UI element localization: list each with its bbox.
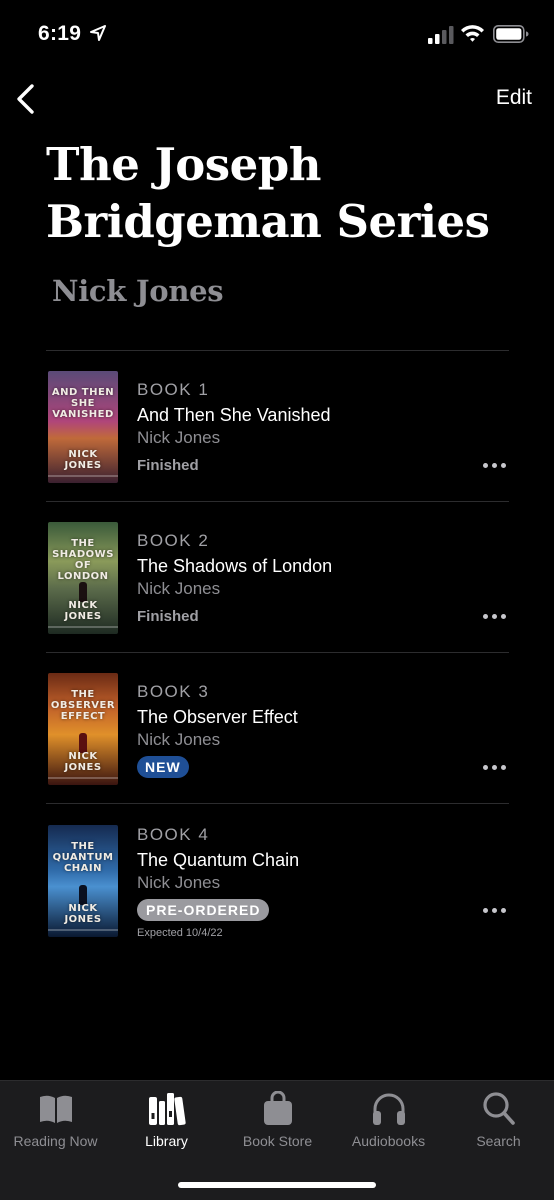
book-cover-2[interactable]: THE SHADOWS OF LONDON NICK JONES <box>48 522 118 634</box>
book-number: BOOK 2 <box>137 531 210 550</box>
cover-author-text: NICK JONES <box>64 903 102 925</box>
edit-button[interactable]: Edit <box>496 86 532 110</box>
cover-title-text: THE SHADOWS OF LONDON <box>52 538 114 582</box>
book-title: The Shadows of London <box>137 556 333 576</box>
book-row-1[interactable]: AND THEN SHE VANISHED NICK JONES BOOK 1 … <box>46 351 509 501</box>
more-options-icon[interactable] <box>483 762 509 772</box>
cover-title-text: THE QUANTUM CHAIN <box>52 841 114 874</box>
tab-label: Audiobooks <box>351 1133 426 1149</box>
cover-figure <box>79 885 87 905</box>
tab-audiobooks[interactable]: Audiobooks <box>333 1091 444 1155</box>
cover-footer-line <box>48 475 118 477</box>
tab-label: Reading Now <box>13 1133 98 1149</box>
cover-figure <box>79 582 87 602</box>
location-arrow-icon <box>90 25 106 41</box>
book-status: Finished <box>137 608 199 625</box>
tab-search[interactable]: Search <box>443 1091 554 1155</box>
tab-reading-now[interactable]: Reading Now <box>0 1091 111 1155</box>
tab-label: Book Store <box>242 1133 313 1149</box>
book-number: BOOK 3 <box>137 682 210 701</box>
wifi-icon <box>461 25 484 42</box>
book-author: Nick Jones <box>137 579 221 598</box>
book-title: The Quantum Chain <box>137 850 300 870</box>
book-row-2[interactable]: THE SHADOWS OF LONDON NICK JONES BOOK 2 … <box>46 502 509 652</box>
status-bar: 6:19 <box>0 0 554 70</box>
tab-label: Library <box>145 1133 188 1149</box>
shopping-bag-icon <box>263 1091 292 1125</box>
cover-figure <box>79 733 87 753</box>
library-icon <box>148 1093 186 1126</box>
cover-footer-line <box>48 626 118 628</box>
status-time: 6:19 <box>38 22 82 45</box>
book-cover-4[interactable]: THE QUANTUM CHAIN NICK JONES <box>48 825 118 937</box>
book-cover-1[interactable]: AND THEN SHE VANISHED NICK JONES <box>48 371 118 483</box>
book-number: BOOK 1 <box>137 380 210 399</box>
cover-title-text: THE OBSERVER EFFECT <box>50 689 116 722</box>
cellular-signal-icon <box>428 26 454 44</box>
book-cover-3[interactable]: THE OBSERVER EFFECT NICK JONES <box>48 673 118 785</box>
battery-icon <box>493 24 529 43</box>
cover-footer-line <box>48 929 118 931</box>
tab-library[interactable]: Library <box>111 1091 222 1155</box>
cover-author-text: NICK JONES <box>64 600 102 622</box>
preordered-badge: PRE-ORDERED <box>137 899 270 921</box>
new-badge: NEW <box>137 756 189 778</box>
book-author: Nick Jones <box>137 873 221 892</box>
book-title: The Observer Effect <box>137 707 298 727</box>
book-status: Finished <box>137 457 199 474</box>
book-author: Nick Jones <box>137 428 221 447</box>
book-number: BOOK 4 <box>137 825 210 844</box>
book-author: Nick Jones <box>137 730 221 749</box>
book-row-4[interactable]: THE QUANTUM CHAIN NICK JONES BOOK 4 The … <box>46 804 509 954</box>
headphones-icon <box>372 1093 405 1125</box>
book-list: AND THEN SHE VANISHED NICK JONES BOOK 1 … <box>46 350 509 954</box>
book-row-3[interactable]: THE OBSERVER EFFECT NICK JONES BOOK 3 Th… <box>46 653 509 803</box>
chevron-left-icon[interactable] <box>10 82 40 116</box>
book-open-icon <box>39 1095 72 1123</box>
more-options-icon[interactable] <box>483 611 509 621</box>
more-options-icon[interactable] <box>483 460 509 470</box>
more-options-icon[interactable] <box>483 905 509 915</box>
tab-label: Search <box>476 1133 521 1149</box>
expected-date: Expected 10/4/22 <box>137 927 223 939</box>
cover-footer-line <box>48 777 118 779</box>
cover-author-text: NICK JONES <box>64 751 102 773</box>
page-title: The Joseph Bridgeman Series <box>46 138 490 248</box>
book-title: And Then She Vanished <box>137 405 331 425</box>
home-indicator[interactable] <box>178 1182 376 1188</box>
cover-author-text: NICK JONES <box>64 449 102 471</box>
search-icon <box>482 1092 515 1125</box>
series-author[interactable]: Nick Jones <box>52 274 224 308</box>
tab-book-store[interactable]: Book Store <box>222 1091 333 1155</box>
cover-title-text: AND THEN SHE VANISHED <box>51 387 115 420</box>
